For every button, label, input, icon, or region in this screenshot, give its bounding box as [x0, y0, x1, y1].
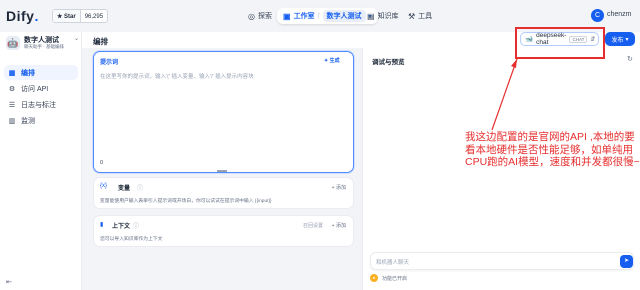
nav-studio[interactable]: ▣ 工作室 / 数字人测试 ▾: [277, 8, 378, 24]
variables-description: 变量能使用户输入表单引入提示词或开场白，你可以试试在提示词中输入 {{input…: [100, 199, 272, 204]
github-star-button[interactable]: ★ Star 96,295: [52, 9, 109, 23]
add-label: 添加: [335, 223, 346, 229]
logs-icon: ☰: [8, 101, 16, 109]
orchestrate-icon: ▦: [8, 69, 16, 77]
knowledge-icon: ▤: [367, 11, 375, 21]
sidebar-item-monitor[interactable]: ▥ 监测: [4, 113, 78, 128]
nav-knowledge-label: 知识库: [377, 13, 399, 20]
page-title: 编排: [93, 37, 108, 46]
variables-section: {x} 变量 ⓘ + 添加 变量能使用户输入表单引入提示词或开场白，你可以试试在…: [93, 177, 354, 209]
context-description: 您可以导入知识库作为上下文: [100, 237, 163, 242]
features-footer[interactable]: ● 功能已开启: [370, 274, 407, 282]
chat-input[interactable]: 和机器人聊天 ➤: [370, 252, 634, 270]
avatar[interactable]: C: [591, 9, 604, 22]
api-icon: ⚙: [8, 85, 16, 93]
document-icon: ▮: [100, 222, 104, 228]
sidebar: 🤖 数字人测试 ⌄ 聊天助手 · 基础编排 ▦ 编排 ⚙ 访问 API ☰ 日志…: [0, 32, 82, 290]
sidebar-item-label: 编排: [21, 69, 35, 77]
variable-icon: {x}: [100, 183, 108, 189]
user-name[interactable]: chenzm: [607, 11, 632, 18]
annotation-highlight-box: [515, 27, 605, 59]
context-section: ▮ 上下文 ⓘ 召回设置 + 添加 您可以导入知识库作为上下文: [93, 215, 354, 247]
nav-knowledge[interactable]: ▤ 知识库: [367, 8, 399, 24]
help-icon[interactable]: ⓘ: [133, 221, 139, 230]
add-variable-button[interactable]: + 添加: [332, 184, 346, 191]
nav-separator: /: [317, 12, 320, 20]
chevron-down-icon: ▾: [625, 36, 629, 43]
prompt-editor[interactable]: 提示词 ✦ 生成 在这里写你的提示词，输入'{' 插入变量、输入'/' 插入提示…: [93, 51, 354, 173]
sidebar-item-api[interactable]: ⚙ 访问 API: [4, 81, 78, 96]
prompt-textarea[interactable]: 在这里写你的提示词，输入'{' 插入变量、输入'/' 插入提示内容块: [100, 72, 348, 80]
monitor-icon: ▥: [8, 117, 16, 125]
nav-studio-label: 工作室: [293, 13, 315, 20]
dify-logo[interactable]: Dify.: [6, 8, 39, 24]
current-app-chip[interactable]: 数字人测试: [322, 10, 366, 22]
add-label: 添加: [335, 185, 346, 191]
explore-icon: ◎: [248, 11, 255, 21]
github-star-text: Star: [64, 14, 76, 20]
preview-title: 调试与预览: [372, 59, 405, 66]
publish-button[interactable]: 发布 ▾: [605, 32, 635, 46]
context-title: 上下文: [112, 224, 131, 230]
collapse-sidebar-icon[interactable]: ⇤: [6, 278, 12, 286]
sidebar-item-label: 日志与标注: [21, 101, 56, 109]
resize-handle[interactable]: [217, 170, 227, 172]
prompt-title: 提示词: [100, 60, 119, 66]
nav-explore[interactable]: ◎ 探索: [248, 8, 272, 24]
config-panel: 提示词 ✦ 生成 在这里写你的提示词，输入'{' 插入变量、输入'/' 插入提示…: [82, 48, 362, 290]
sidebar-item-logs[interactable]: ☰ 日志与标注: [4, 97, 78, 112]
sidebar-item-orchestrate[interactable]: ▦ 编排: [4, 65, 78, 80]
prompt-char-count: 0: [100, 160, 104, 166]
variables-title: 变量: [118, 186, 131, 192]
app-type-label: 聊天助手 · 基础编排: [24, 44, 64, 49]
retrieval-settings-button[interactable]: 召回设置: [303, 222, 323, 229]
github-star-count: 96,295: [84, 14, 104, 20]
logo-text: Dify: [6, 8, 35, 24]
refresh-icon[interactable]: ↻: [627, 55, 633, 63]
studio-icon: ▣: [283, 11, 291, 21]
debug-preview-panel: 调试与预览 ↻ 和机器人聊天 ➤ ● 功能已开启: [362, 48, 640, 290]
app-options-icon[interactable]: ⌄: [74, 35, 79, 42]
sidebar-item-label: 访问 API: [21, 85, 49, 93]
features-icon: ●: [370, 274, 378, 282]
nav-tools-label: 工具: [418, 13, 433, 20]
add-context-button[interactable]: + 添加: [332, 222, 346, 229]
github-star-label: ★ Star: [53, 10, 81, 22]
nav-explore-label: 探索: [257, 13, 272, 20]
publish-label: 发布: [611, 37, 624, 44]
tools-icon: ⚒: [408, 11, 416, 21]
nav-tools[interactable]: ⚒ 工具: [408, 8, 432, 24]
generate-label: 生成: [329, 58, 340, 64]
chat-input-placeholder: 和机器人聊天: [376, 260, 410, 266]
generate-prompt-button[interactable]: ✦ 生成: [324, 57, 340, 64]
sidebar-item-label: 监测: [21, 117, 35, 125]
app-avatar-icon[interactable]: 🤖: [6, 36, 20, 50]
send-icon[interactable]: ➤: [620, 255, 633, 268]
help-icon[interactable]: ⓘ: [137, 183, 143, 192]
annotation-text: 我这边配置的是官网的API ,本地的要看本地硬件是否性能足够，如单纯用CPU跑的…: [465, 131, 640, 168]
logo-dot: .: [34, 8, 39, 24]
features-label: 功能已开启: [382, 275, 408, 282]
